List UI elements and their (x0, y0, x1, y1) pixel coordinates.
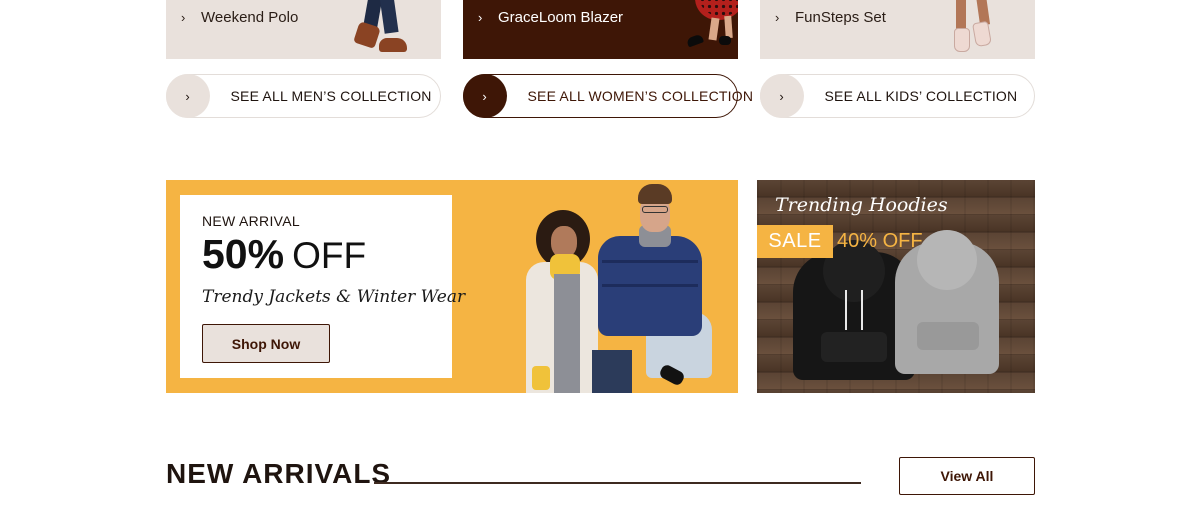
shoe-image (972, 20, 992, 48)
promo-discount: 50% OFF (202, 231, 366, 278)
womens-product-card[interactable]: › GraceLoom Blazer (463, 0, 738, 59)
shoe-image (954, 28, 970, 52)
button-label: SEE ALL MEN’S COLLECTION (230, 88, 432, 104)
product-name: GraceLoom Blazer (498, 9, 624, 26)
product-item[interactable]: › Weekend Polo (181, 9, 298, 26)
promo-kicker: NEW ARRIVAL (202, 213, 300, 229)
chevron-right-icon: › (478, 10, 483, 25)
hoodie-image (917, 322, 979, 350)
promo-percent: 50% (202, 231, 285, 277)
model-image (638, 184, 672, 204)
product-item[interactable]: › GraceLoom Blazer (478, 9, 623, 26)
chevron-right-icon: › (165, 74, 210, 118)
hoodie-image (821, 332, 887, 362)
hoodie-image (917, 230, 977, 290)
button-label: SEE ALL KIDS’ COLLECTION (824, 88, 1018, 104)
sale-badge: SALE (757, 225, 833, 258)
chevron-right-icon: › (181, 10, 186, 25)
model-image (532, 366, 550, 390)
trending-hoodies-banner[interactable]: Trending Hoodies SALE 40% OFF (757, 180, 1035, 393)
model-leg-image (724, 15, 733, 39)
product-item[interactable]: › FunSteps Set (775, 9, 886, 26)
chevron-right-icon: › (775, 10, 780, 25)
product-name: FunSteps Set (795, 9, 886, 26)
shop-now-button[interactable]: Shop Now (202, 324, 330, 363)
view-all-button[interactable]: View All (899, 457, 1035, 495)
model-image (592, 350, 632, 393)
kids-product-card[interactable]: › FunSteps Set (760, 0, 1035, 59)
see-all-kids-button[interactable]: › SEE ALL KIDS’ COLLECTION (759, 74, 1035, 118)
chevron-right-icon: › (462, 74, 507, 118)
page: › Weekend Polo › GraceLoom Blazer › FunS… (0, 0, 1200, 514)
section-divider (374, 482, 861, 484)
model-image (642, 206, 668, 213)
shoe-image (719, 36, 731, 45)
promo-text-box: NEW ARRIVAL 50% OFF Trendy Jackets & Wint… (180, 195, 465, 378)
shoe-image (379, 38, 407, 52)
banner-title: Trending Hoodies (775, 194, 948, 216)
discount-text: 40% OFF (837, 230, 923, 252)
winter-promo-banner[interactable]: NEW ARRIVAL 50% OFF Trendy Jackets & Wint… (166, 180, 738, 393)
hoodie-string (861, 290, 863, 330)
model-image (602, 284, 698, 287)
mens-product-card[interactable]: › Weekend Polo (166, 0, 441, 59)
product-name: Weekend Polo (201, 9, 299, 26)
see-all-womens-button[interactable]: › SEE ALL WOMEN’S COLLECTION (462, 74, 753, 118)
promo-tagline: Trendy Jackets & Winter Wear (202, 287, 466, 307)
see-all-mens-button[interactable]: › SEE ALL MEN’S COLLECTION (165, 74, 441, 118)
model-leg-image (379, 0, 399, 34)
promo-off: OFF (292, 235, 367, 276)
model-image (554, 274, 580, 393)
section-title: NEW ARRIVALS (166, 458, 392, 489)
model-leg-image (708, 17, 720, 41)
chevron-right-icon: › (759, 74, 804, 118)
hoodie-string (845, 290, 847, 330)
model-leg-image (956, 0, 966, 29)
shoe-image (685, 33, 705, 48)
model-image (602, 260, 698, 263)
button-label: SEE ALL WOMEN’S COLLECTION (527, 88, 754, 104)
